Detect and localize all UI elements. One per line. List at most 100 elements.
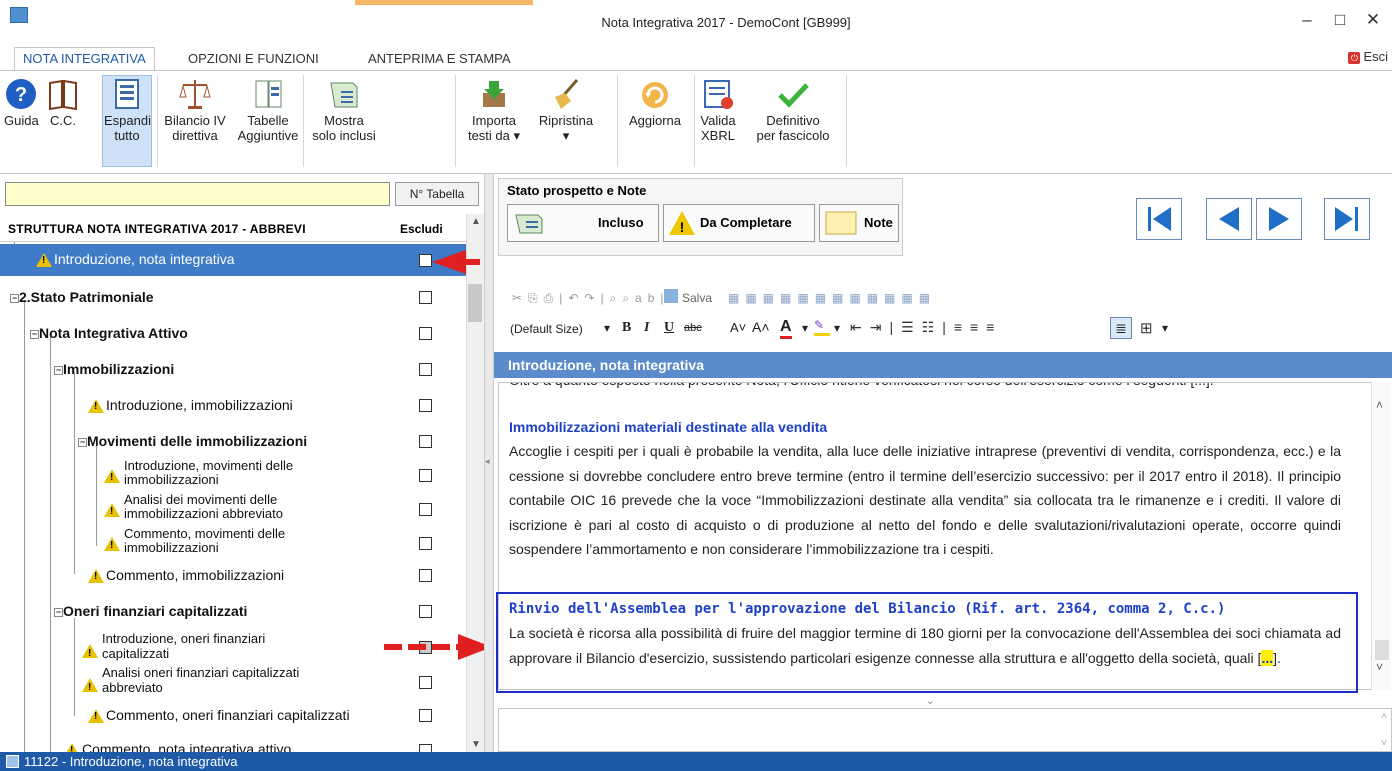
collapse-icon[interactable]: − bbox=[54, 365, 63, 375]
collapse-icon[interactable]: − bbox=[54, 607, 63, 617]
collapse-icon[interactable]: − bbox=[10, 293, 19, 303]
table-icons[interactable]: ▦▦▦▦▦▦▦▦▦▦▦▦ bbox=[728, 291, 936, 305]
tab-nota-integrativa[interactable]: NOTA INTEGRATIVA bbox=[14, 47, 155, 71]
escludi-checkbox[interactable] bbox=[419, 363, 432, 376]
tree-row-commento-nota-attivo[interactable]: Commento, nota integrativa attivo bbox=[0, 738, 466, 752]
escludi-checkbox[interactable] bbox=[419, 709, 432, 722]
scroll-down-icon[interactable]: ▼ bbox=[471, 739, 481, 750]
tree-row-commento-oneri[interactable]: Commento, oneri finanziari capitalizzati bbox=[0, 702, 466, 732]
tree-row-stato-patrimoniale[interactable]: −2.Stato Patrimoniale bbox=[0, 282, 466, 312]
minimize-button[interactable]: – bbox=[1290, 8, 1324, 32]
tabelle-aggiuntive-button[interactable]: Tabelle Aggiuntive bbox=[236, 77, 300, 143]
first-record-button[interactable] bbox=[1136, 198, 1182, 240]
tree-row-movimenti-immobilizzazioni[interactable]: − Movimenti delle immobilizzazioni bbox=[0, 426, 466, 456]
underline-icon[interactable]: U bbox=[664, 320, 674, 336]
collapse-icon[interactable]: − bbox=[78, 437, 87, 447]
scrollbar-thumb[interactable] bbox=[468, 284, 482, 322]
editor-header: Introduzione, nota integrativa bbox=[494, 352, 1392, 378]
escludi-checkbox[interactable] bbox=[419, 676, 432, 689]
salva-button[interactable]: Salva bbox=[682, 291, 712, 305]
dropdown-icon[interactable]: ▾ bbox=[834, 321, 840, 335]
tree-row-commento-immobilizzazioni[interactable]: Commento, immobilizzazioni bbox=[0, 560, 466, 590]
dropdown-icon[interactable]: ▾ bbox=[802, 321, 808, 335]
save-icon[interactable] bbox=[664, 289, 678, 303]
borders-icon[interactable]: ⊞ bbox=[1140, 319, 1153, 337]
next-record-button[interactable] bbox=[1256, 198, 1302, 240]
definitivo-per-fascicolo-button[interactable]: Definitivo per fascicolo bbox=[744, 77, 842, 143]
scroll-up-icon[interactable]: ˄ bbox=[1381, 711, 1387, 722]
font-size-select[interactable]: (Default Size) bbox=[510, 322, 583, 336]
escludi-checkbox[interactable] bbox=[419, 327, 432, 340]
valida-xbrl-button[interactable]: Valida XBRL bbox=[698, 77, 738, 143]
edit-icons[interactable]: ✂⎘⎙|↶↷|⌕⌕ab| bbox=[512, 291, 670, 306]
mostra-solo-inclusi-button[interactable]: Mostra solo inclusi bbox=[306, 77, 382, 143]
escludi-checkbox[interactable] bbox=[419, 744, 432, 752]
scroll-down-icon[interactable]: ˅ bbox=[1376, 660, 1383, 674]
n-tabella-button[interactable]: N° Tabella bbox=[395, 182, 479, 206]
scroll-down-icon[interactable]: ˅ bbox=[1381, 738, 1387, 749]
da-completare-button[interactable]: ! Da Completare bbox=[663, 204, 815, 242]
editor-scrollbar[interactable]: ˄ ˅ bbox=[1371, 382, 1391, 690]
svg-text:?: ? bbox=[15, 84, 27, 106]
justify-icon[interactable]: ≣ bbox=[1110, 317, 1132, 339]
warning-icon bbox=[104, 468, 120, 485]
ribbon-separator bbox=[846, 75, 847, 167]
search-input[interactable] bbox=[5, 182, 390, 206]
escludi-checkbox[interactable] bbox=[419, 435, 432, 448]
editor-paragraph-1: Accoglie i cespiti per i quali è probabi… bbox=[509, 443, 1341, 557]
font-shrink-icon[interactable]: A˅ bbox=[730, 320, 746, 335]
escludi-checkbox[interactable] bbox=[419, 469, 432, 482]
splitter[interactable]: ◂ bbox=[484, 174, 494, 752]
tree-row-introduzione-immobilizzazioni[interactable]: Introduzione, immobilizzazioni bbox=[0, 390, 466, 420]
last-record-button[interactable] bbox=[1324, 198, 1370, 240]
strikethrough-icon[interactable]: abc bbox=[684, 322, 702, 334]
cc-button[interactable]: C.C. bbox=[46, 77, 80, 128]
escludi-checkbox[interactable] bbox=[419, 254, 432, 267]
espandi-tutto-button[interactable]: Espandi tutto bbox=[104, 77, 151, 143]
tree-row-introduzione-nota-integrativa[interactable]: Introduzione, nota integrativa bbox=[0, 244, 466, 276]
dropdown-icon[interactable]: ▾ bbox=[604, 321, 610, 335]
escludi-checkbox[interactable] bbox=[419, 291, 432, 304]
scroll-up-icon[interactable]: ˄ bbox=[1376, 398, 1383, 412]
incluso-button[interactable]: Incluso bbox=[507, 204, 659, 242]
tree-row-immobilizzazioni[interactable]: − Immobilizzazioni bbox=[0, 354, 466, 384]
paragraph-icons[interactable]: ⇤⇥|☰☷|≡≡≡ bbox=[850, 319, 1002, 336]
importa-testi-button[interactable]: Importa testi da ▾ bbox=[464, 77, 524, 143]
splitter-handle-icon[interactable]: ⌄ bbox=[926, 696, 934, 707]
tab-opzioni-e-funzioni[interactable]: OPZIONI E FUNZIONI bbox=[180, 48, 327, 70]
italic-icon[interactable]: I bbox=[644, 320, 649, 336]
bold-icon[interactable]: B bbox=[622, 320, 631, 336]
scroll-up-icon[interactable]: ▲ bbox=[471, 216, 481, 227]
tree-row-oneri-finanziari[interactable]: − Oneri finanziari capitalizzati bbox=[0, 596, 466, 626]
esci-button[interactable]: ⏻ Esci bbox=[1348, 49, 1388, 64]
escludi-checkbox[interactable] bbox=[419, 569, 432, 582]
tree-row-introduzione-movimenti[interactable]: Introduzione, movimenti delleimmobilizza… bbox=[0, 456, 466, 490]
dropdown-icon[interactable]: ▾ bbox=[1162, 321, 1168, 335]
tree-row-analisi-movimenti[interactable]: Analisi dei movimenti delleimmobilizzazi… bbox=[0, 490, 466, 524]
guida-button[interactable]: ? Guida bbox=[4, 77, 39, 128]
highlight-color-icon[interactable]: ✎ bbox=[814, 318, 830, 336]
tree-row-analisi-oneri[interactable]: Analisi oneri finanziari capitalizzatiab… bbox=[0, 662, 466, 698]
maximize-button[interactable]: □ bbox=[1323, 8, 1357, 32]
escludi-checkbox[interactable] bbox=[419, 605, 432, 618]
escludi-checkbox[interactable] bbox=[419, 399, 432, 412]
aggiorna-button[interactable]: Aggiorna bbox=[622, 77, 688, 128]
font-grow-icon[interactable]: A˄ bbox=[752, 319, 770, 335]
import-icon bbox=[477, 77, 511, 111]
notes-textarea[interactable]: ˄ ˅ bbox=[498, 708, 1392, 752]
tab-anteprima-e-stampa[interactable]: ANTEPRIMA E STAMPA bbox=[360, 48, 519, 70]
previous-record-button[interactable] bbox=[1206, 198, 1252, 240]
font-color-icon[interactable]: A bbox=[780, 318, 792, 339]
tree-row-nota-integrativa-attivo[interactable]: − Nota Integrativa Attivo bbox=[0, 318, 466, 348]
scrollbar-thumb[interactable] bbox=[1375, 640, 1389, 660]
note-button[interactable]: Note bbox=[819, 204, 899, 242]
bilancio-iv-button[interactable]: Bilancio IV direttiva bbox=[160, 77, 230, 143]
collapse-left-icon[interactable]: ◂ bbox=[485, 456, 490, 467]
close-button[interactable]: ✕ bbox=[1356, 8, 1390, 32]
collapse-icon[interactable]: − bbox=[30, 329, 39, 339]
escludi-checkbox[interactable] bbox=[419, 537, 432, 550]
tree-row-commento-movimenti[interactable]: Commento, movimenti delleimmobilizzazion… bbox=[0, 524, 466, 558]
escludi-checkbox[interactable] bbox=[419, 503, 432, 516]
ripristina-button[interactable]: Ripristina ▾ bbox=[534, 77, 598, 143]
status-bar: 11122 - Introduzione, nota integrativa bbox=[0, 752, 1392, 771]
